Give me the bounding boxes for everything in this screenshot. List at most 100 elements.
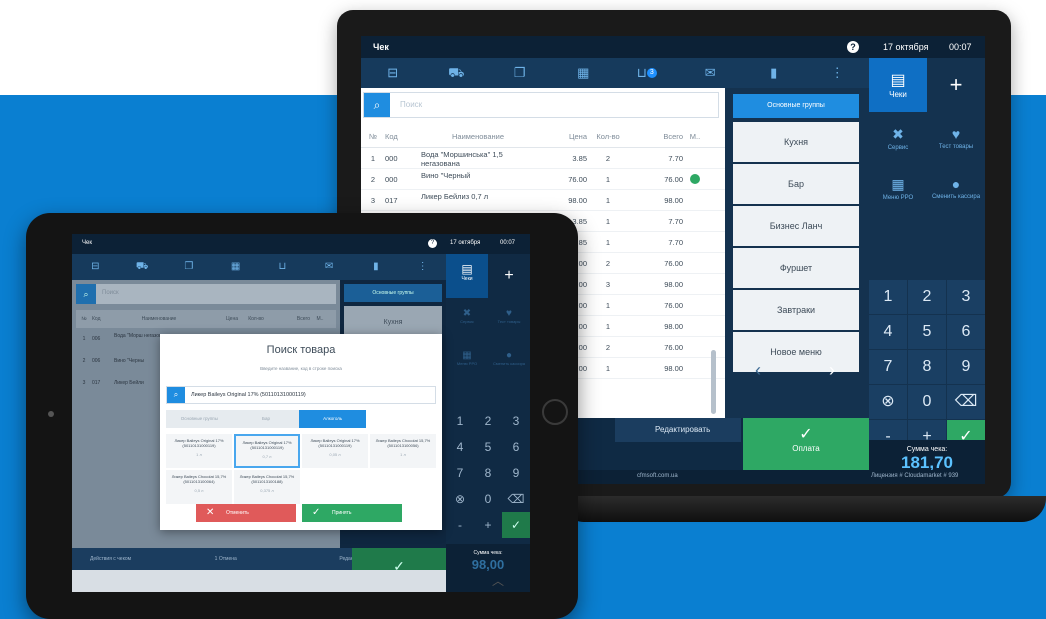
service-label: Сервис [887, 145, 909, 151]
service-button[interactable]: ✖ Сервис [446, 308, 488, 324]
key[interactable]: 6 [502, 434, 530, 460]
mail-icon[interactable]: ✉ [679, 58, 743, 88]
change-cashier-button[interactable]: ● Сменить кассира [488, 350, 530, 366]
copy-icon[interactable]: ❐ [488, 58, 552, 88]
product-card[interactable]: Ликер Baileys Chocolat 15,7% (5011013100… [166, 470, 232, 504]
group-button[interactable]: Кухня [733, 122, 859, 162]
checks-button[interactable]: ▤ Чеки [446, 254, 488, 298]
menu-rro-button[interactable]: ▦ Меню РРО [869, 170, 927, 218]
groups-header[interactable]: Основные группы [733, 94, 859, 118]
cancel-button[interactable]: ✕ Отменить [196, 504, 296, 522]
search-icon[interactable]: ⌕ [76, 284, 96, 304]
product-card[interactable]: Ликер Baileys Original 17% (501101310001… [166, 434, 232, 468]
scrollbar[interactable] [711, 350, 716, 414]
key[interactable]: 5 [474, 434, 502, 460]
key[interactable]: 0 [908, 385, 946, 419]
row-total: 7.70 [668, 238, 683, 247]
product-card[interactable]: Ликер Baileys Chocolat 15,7% (5011013100… [370, 434, 436, 468]
add-check-button[interactable]: + [927, 58, 985, 112]
key[interactable]: 2 [908, 280, 946, 314]
add-check-button[interactable]: + [488, 254, 530, 298]
cash-register-icon[interactable]: ⊟ [72, 254, 119, 280]
test-goods-button[interactable]: ♥ Тест товары [488, 308, 530, 324]
key[interactable]: 3 [947, 280, 985, 314]
key[interactable]: 1 [869, 280, 907, 314]
row-qty: 1 [605, 301, 611, 310]
clear-key[interactable]: ⊗ [446, 486, 474, 512]
key[interactable]: 8 [908, 350, 946, 384]
groups-header[interactable]: Основные группы [344, 284, 442, 302]
tab-alcohol[interactable]: Алкоголь [299, 410, 367, 428]
key[interactable]: 9 [947, 350, 985, 384]
tab-main-groups[interactable]: Основные группы [166, 410, 233, 428]
tab-bar[interactable]: Бар [232, 410, 300, 428]
delivery-icon[interactable]: ⛟ [425, 58, 489, 88]
cash-register-icon[interactable]: ⊟ [361, 58, 425, 88]
key[interactable]: 6 [947, 315, 985, 349]
more-icon[interactable]: ⋮ [399, 254, 446, 280]
chevron-up-icon[interactable]: ︿ [492, 572, 504, 589]
search-input[interactable]: ⌕ Поиск [363, 92, 719, 118]
product-card[interactable]: Ликер Baileys Original 17% (501101310001… [302, 434, 368, 468]
key[interactable]: 4 [869, 315, 907, 349]
key[interactable]: 9 [502, 460, 530, 486]
table-row[interactable]: 3 017 Ликер Бейлиз 0,7 л 98.00 1 98.00 [361, 190, 725, 211]
test-goods-button[interactable]: ♥ Тест товары [927, 120, 985, 168]
clear-key[interactable]: ⊗ [869, 385, 907, 419]
cancel-item-button[interactable]: 1 Отмена [197, 548, 322, 570]
confirm-key[interactable]: ✓ [502, 512, 530, 538]
prev-page-icon[interactable]: ‹ [755, 360, 761, 381]
product-search-input[interactable]: ⌕ Ликер Baileys Original 17% (5011013100… [166, 386, 436, 404]
calendar-icon[interactable]: ▦ [212, 254, 259, 280]
key[interactable]: 4 [446, 434, 474, 460]
search-icon[interactable]: ⌕ [364, 93, 390, 117]
menu-rro-button[interactable]: ▦ Меню РРО [446, 350, 488, 366]
group-button[interactable]: Бар [733, 164, 859, 204]
help-icon[interactable]: ? [847, 41, 859, 53]
apply-button[interactable]: ✓ Принять [302, 504, 402, 522]
plus-key[interactable]: + [474, 512, 502, 538]
search-icon[interactable]: ⌕ [167, 387, 185, 403]
table-row[interactable]: 2 000 Вино "Черный 76.00 1 76.00 [361, 169, 725, 190]
key[interactable]: 3 [502, 408, 530, 434]
key[interactable]: 1 [446, 408, 474, 434]
backspace-key[interactable]: ⌫ [502, 486, 530, 512]
key[interactable]: 2 [474, 408, 502, 434]
group-button[interactable]: Бизнес Ланч [733, 206, 859, 246]
product-card-selected[interactable]: Ликер Baileys Original 17% (501101310001… [234, 434, 300, 468]
key[interactable]: 0 [474, 486, 502, 512]
table-row[interactable]: 1 000 Вода "Моршинська" 1,5 негазована 3.85… [361, 148, 725, 169]
mail-icon[interactable]: ✉ [306, 254, 353, 280]
more-icon[interactable]: ⋮ [806, 58, 870, 88]
basket-icon[interactable]: ⊔ 3 [615, 58, 679, 88]
group-button[interactable]: Завтраки [733, 290, 859, 330]
col-header: Наименование [141, 316, 177, 322]
key[interactable]: 7 [446, 460, 474, 486]
check-actions-button[interactable]: Действия с чеком [72, 548, 197, 570]
key[interactable]: 7 [869, 350, 907, 384]
next-page-icon[interactable]: › [829, 360, 835, 381]
chart-icon[interactable]: ▮ [353, 254, 400, 280]
backspace-key[interactable]: ⌫ [947, 385, 985, 419]
minus-key[interactable]: - [446, 512, 474, 538]
group-button[interactable]: Новое меню [733, 332, 859, 372]
search-input[interactable]: ⌕ Поиск [76, 284, 336, 304]
key[interactable]: 5 [908, 315, 946, 349]
col-header: Всего [663, 132, 683, 141]
help-icon[interactable]: ? [428, 239, 437, 248]
key[interactable]: 8 [474, 460, 502, 486]
basket-icon[interactable]: ⊔ [259, 254, 306, 280]
row-qty: 1 [605, 217, 611, 226]
copy-icon[interactable]: ❐ [166, 254, 213, 280]
pay-button[interactable]: ✓ Оплата [743, 418, 869, 470]
change-cashier-button[interactable]: ● Сменить кассира [927, 170, 985, 218]
edit-button[interactable]: Редактировать [615, 418, 741, 442]
product-card[interactable]: Ликер Baileys Chocolat 15,7% (5011013100… [234, 470, 300, 504]
delivery-icon[interactable]: ⛟ [119, 254, 166, 280]
calendar-icon[interactable]: ▦ [552, 58, 616, 88]
group-button[interactable]: Фуршет [733, 248, 859, 288]
checks-button[interactable]: ▤ Чеки [869, 58, 927, 112]
service-button[interactable]: ✖ Сервис [869, 120, 927, 168]
col-header: Кол-во [248, 316, 264, 322]
chart-icon[interactable]: ▮ [742, 58, 806, 88]
